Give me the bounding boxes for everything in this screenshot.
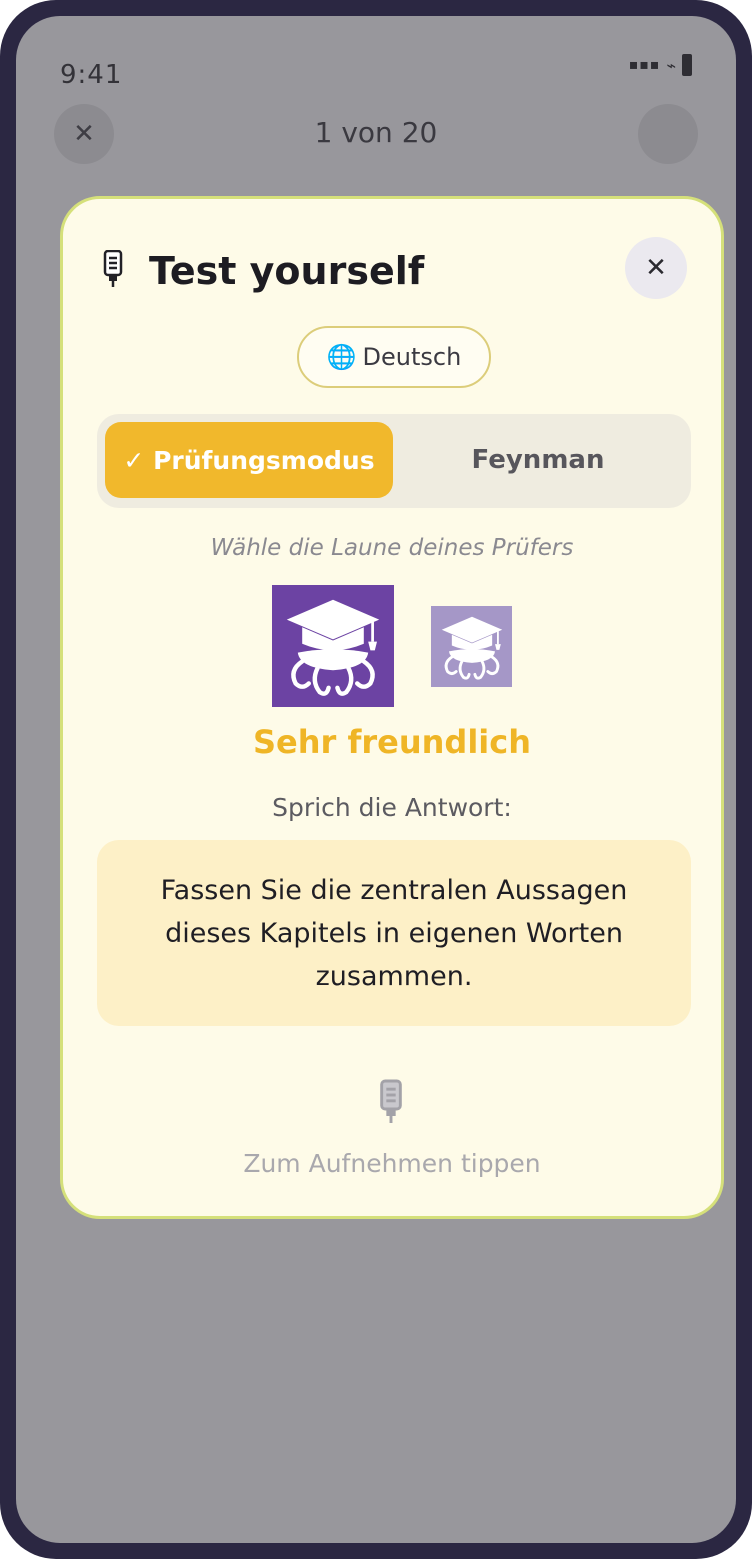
question-card: Fassen Sie die zentralen Aussagen dieses… bbox=[97, 840, 691, 1026]
progress-indicator: 1 von 20 bbox=[314, 116, 438, 149]
language-label: Deutsch bbox=[362, 343, 462, 371]
language-selector[interactable]: 🌐 Deutsch bbox=[297, 326, 491, 388]
test-yourself-modal: Test yourself ✕ 🌐 Deutsch ✓ Prüfungsmodu… bbox=[60, 196, 724, 1219]
microphone-icon bbox=[380, 1079, 402, 1123]
mood-hint: Wähle die Laune deines Prüfers bbox=[210, 535, 574, 561]
speak-prompt: Sprich die Antwort: bbox=[272, 793, 512, 822]
device-frame: 9:41 ▪▪▪ ⌁ ✕ 1 von 20 Test yourself ✕ 🌐 … bbox=[0, 0, 752, 1559]
modal-close-button[interactable]: ✕ bbox=[625, 237, 687, 299]
microphone-icon bbox=[101, 249, 125, 292]
question-text: Fassen Sie die zentralen Aussagen dieses… bbox=[160, 874, 628, 992]
mood-label: Sehr freundlich bbox=[252, 723, 531, 761]
modal-title: Test yourself bbox=[149, 249, 425, 293]
modal-header: Test yourself bbox=[101, 249, 424, 293]
signal-icon: ▪▪▪ bbox=[628, 57, 661, 73]
examiner-avatar-selected[interactable] bbox=[272, 585, 394, 707]
globe-icon: 🌐 bbox=[326, 343, 357, 371]
mode-tab-pruefungsmodus[interactable]: ✓ Prüfungsmodus bbox=[105, 422, 393, 498]
octopus-graduate-icon bbox=[286, 599, 380, 696]
examiner-avatar-option[interactable] bbox=[431, 606, 512, 687]
record-button[interactable] bbox=[377, 1079, 405, 1129]
mode-tab-feynman[interactable]: Feynman bbox=[393, 422, 683, 498]
octopus-graduate-icon bbox=[441, 616, 502, 680]
status-time: 9:41 bbox=[60, 60, 123, 90]
screen: 9:41 ▪▪▪ ⌁ ✕ 1 von 20 Test yourself ✕ 🌐 … bbox=[16, 16, 736, 1543]
background-action-button[interactable] bbox=[638, 104, 698, 164]
close-icon: ✕ bbox=[645, 253, 667, 283]
status-icons: ▪▪▪ ⌁ bbox=[629, 54, 692, 76]
mode-toggle: ✓ Prüfungsmodus Feynman bbox=[97, 414, 691, 508]
battery-icon bbox=[682, 54, 692, 76]
record-hint: Zum Aufnehmen tippen bbox=[243, 1149, 541, 1178]
wifi-icon: ⌁ bbox=[666, 55, 676, 75]
